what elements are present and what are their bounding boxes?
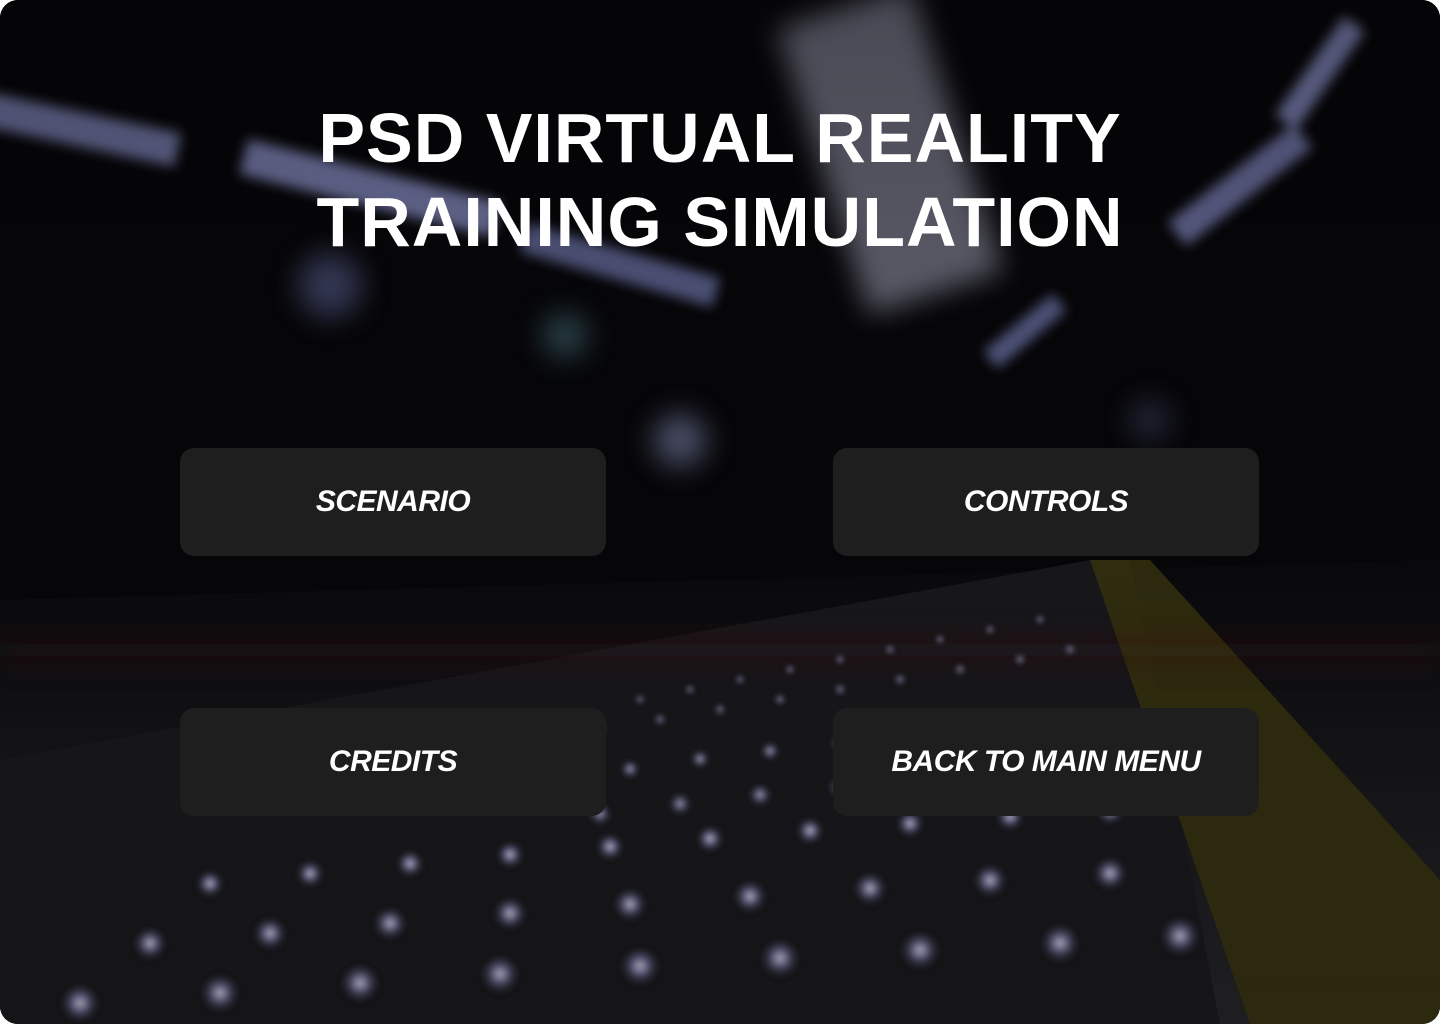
page-title: PSD VIRTUAL REALITY TRAINING SIMULATION	[0, 96, 1440, 264]
controls-button[interactable]: CONTROLS	[833, 448, 1259, 556]
credits-button[interactable]: CREDITS	[180, 708, 606, 816]
menu-screen: PSD VIRTUAL REALITY TRAINING SIMULATION …	[0, 0, 1440, 1024]
back-to-main-menu-button[interactable]: BACK TO MAIN MENU	[833, 708, 1259, 816]
page-title-line-2: TRAINING SIMULATION	[316, 183, 1124, 261]
scenario-button[interactable]: SCENARIO	[180, 448, 606, 556]
page-title-line-1: PSD VIRTUAL REALITY	[318, 99, 1122, 177]
